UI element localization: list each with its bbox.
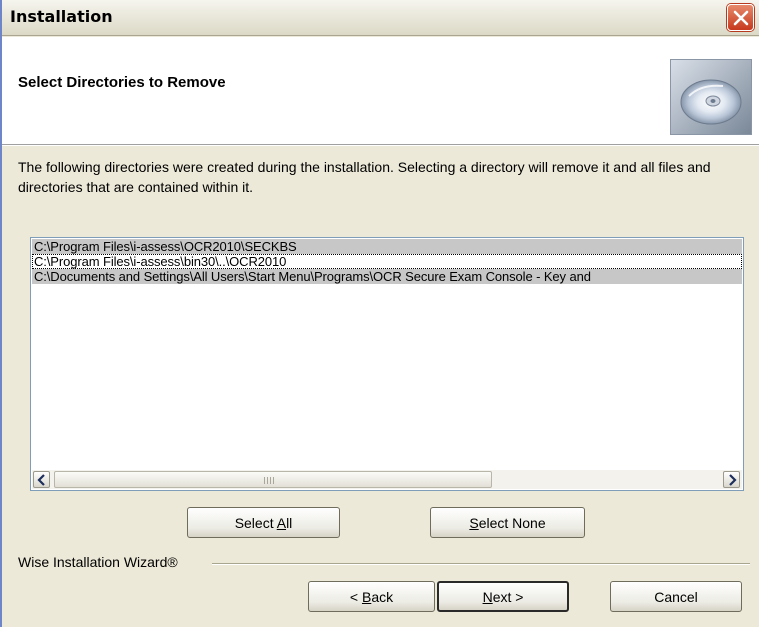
back-label-post: ack — [371, 588, 394, 605]
chevron-left-icon — [37, 474, 45, 486]
header-divider — [2, 145, 759, 146]
cancel-button[interactable]: Cancel — [610, 581, 742, 612]
footer-divider-highlight — [212, 564, 750, 565]
select-all-label-pre: Select — [234, 514, 277, 531]
scroll-left-button[interactable] — [33, 471, 50, 488]
select-all-button[interactable]: Select All — [187, 507, 340, 538]
select-none-label: Select None — [469, 515, 545, 531]
scroll-right-button[interactable] — [723, 471, 740, 488]
back-accesskey: B — [361, 588, 372, 605]
close-button[interactable] — [727, 4, 754, 31]
page-title: Select Directories to Remove — [18, 74, 226, 91]
instructions-text: The following directories were created d… — [18, 159, 711, 195]
select-all-accesskey: A — [276, 514, 287, 531]
next-button[interactable]: Next > — [437, 581, 569, 612]
scrollbar-thumb[interactable] — [54, 471, 492, 488]
next-label-post: ext > — [492, 588, 524, 605]
grip-icon — [264, 477, 278, 484]
list-item-label: C:\Program Files\i-assess\bin30\..\OCR20… — [34, 254, 287, 269]
list-item[interactable]: C:\Program Files\i-assess\OCR2010\SECKBS — [32, 239, 742, 254]
back-label: < Back — [350, 589, 393, 605]
directory-list[interactable]: C:\Program Files\i-assess\OCR2010\SECKBS… — [30, 237, 744, 491]
list-item[interactable]: C:\Documents and Settings\All Users\Star… — [32, 269, 742, 284]
select-all-label-post: ll — [286, 514, 293, 531]
select-none-button[interactable]: Select None — [430, 507, 585, 538]
window-title: Installation — [10, 7, 113, 26]
back-button[interactable]: < Back — [308, 581, 435, 612]
next-label: Next > — [483, 589, 524, 605]
next-accesskey: N — [482, 588, 493, 605]
select-none-label-post: elect None — [478, 514, 546, 531]
installation-dialog: Installation Select Directories to Remov… — [0, 0, 759, 627]
wizard-brand-label: Wise Installation Wizard® — [18, 554, 182, 570]
cancel-label: Cancel — [654, 588, 698, 605]
list-item[interactable]: C:\Program Files\i-assess\bin30\..\OCR20… — [32, 254, 742, 269]
close-icon — [733, 10, 749, 26]
back-label-pre: < — [349, 588, 362, 605]
cd-disc-icon — [670, 59, 752, 135]
list-item-label: C:\Documents and Settings\All Users\Star… — [34, 269, 591, 284]
select-none-accesskey: S — [469, 514, 479, 531]
chevron-right-icon — [729, 474, 737, 486]
wizard-header: Select Directories to Remove — [2, 37, 759, 145]
horizontal-scrollbar[interactable] — [32, 470, 742, 489]
select-all-label: Select All — [235, 515, 293, 531]
list-item-label: C:\Program Files\i-assess\OCR2010\SECKBS — [34, 239, 297, 254]
title-bar[interactable]: Installation — [2, 0, 759, 36]
